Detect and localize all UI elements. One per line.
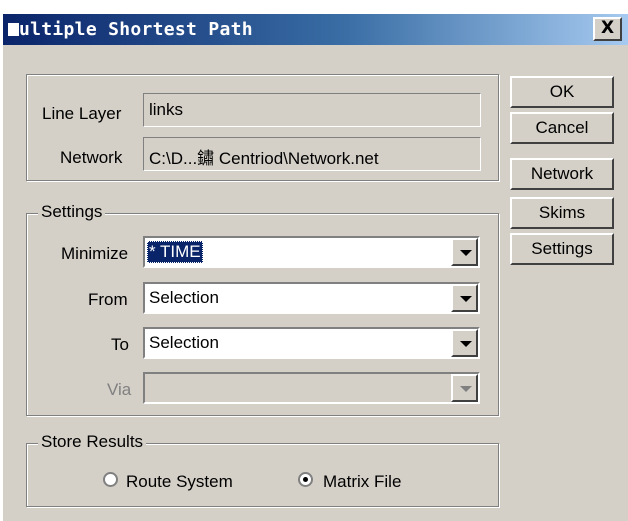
network-label: Network: [60, 148, 123, 167]
line-layer-field: links: [143, 93, 481, 127]
ok-button[interactable]: OK: [510, 76, 614, 108]
via-select: [143, 372, 480, 404]
settings-button[interactable]: Settings: [510, 233, 614, 265]
store-results-group: [26, 443, 499, 507]
close-button[interactable]: X: [593, 17, 622, 41]
network-button[interactable]: Network: [510, 158, 614, 190]
from-dropdown-button[interactable]: [451, 284, 478, 312]
chevron-down-icon: [460, 341, 472, 347]
from-label: From: [88, 290, 128, 309]
minimize-label: Minimize: [61, 244, 129, 263]
settings-group-title: Settings: [38, 202, 106, 222]
to-selected-value: Selection: [149, 333, 219, 352]
to-dropdown-button[interactable]: [451, 329, 478, 357]
route-system-radio[interactable]: [103, 472, 118, 487]
radio-selected-dot: [303, 477, 308, 482]
via-selected-value: [147, 377, 151, 399]
to-select[interactable]: Selection: [143, 327, 480, 359]
minimize-dropdown-button[interactable]: [451, 238, 478, 266]
cancel-button[interactable]: Cancel: [510, 112, 614, 144]
to-label: To: [111, 335, 129, 354]
chevron-down-icon: [460, 250, 472, 256]
title-m-glyph: [8, 23, 19, 36]
chevron-down-icon: [460, 386, 472, 392]
title-bar[interactable]: ultiple Shortest Path: [3, 14, 628, 45]
window-title: ultiple Shortest Path: [19, 19, 253, 40]
route-system-label[interactable]: Route System: [126, 472, 233, 492]
via-label: Via: [107, 380, 132, 399]
matrix-file-label[interactable]: Matrix File: [323, 472, 401, 492]
via-dropdown-button: [451, 374, 478, 402]
matrix-file-radio[interactable]: [298, 472, 313, 487]
minimize-select[interactable]: * TIME: [143, 236, 480, 268]
store-results-title: Store Results: [38, 432, 147, 452]
from-selected-value: Selection: [149, 288, 219, 307]
line-layer-label: Line Layer: [42, 104, 122, 123]
skims-button[interactable]: Skims: [510, 197, 614, 229]
network-file-field: C:\D...鏽 Centriod\Network.net: [143, 137, 481, 171]
minimize-selected-value: * TIME: [147, 241, 203, 263]
from-select[interactable]: Selection: [143, 282, 480, 314]
chevron-down-icon: [460, 296, 472, 302]
